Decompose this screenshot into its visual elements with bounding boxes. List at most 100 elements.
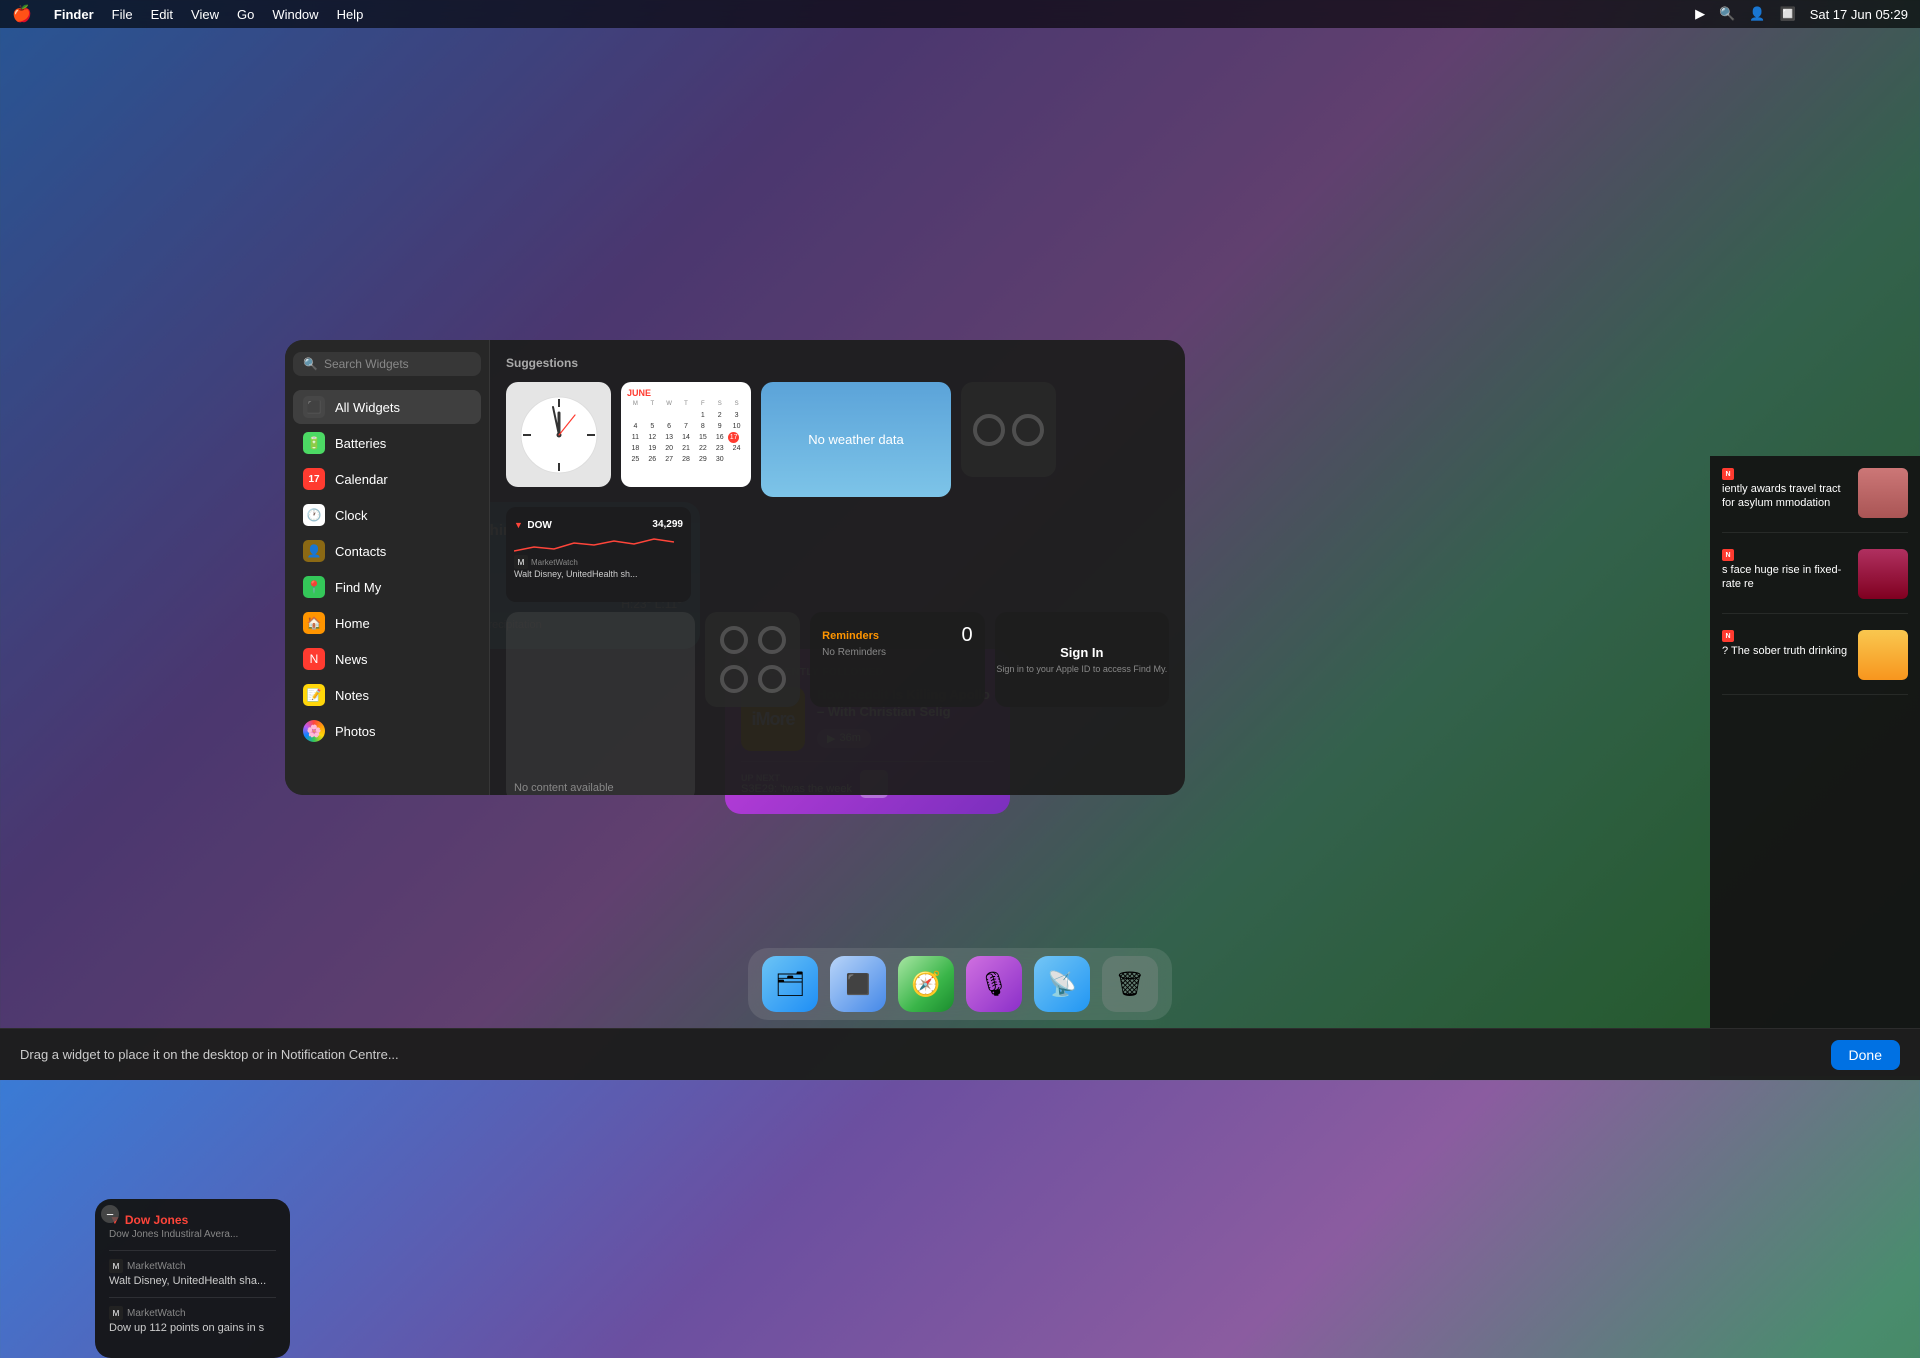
stocks-source: M MarketWatch bbox=[514, 555, 683, 569]
search-input[interactable] bbox=[324, 357, 471, 371]
news-thumb-3 bbox=[1858, 630, 1908, 680]
no-content-thumb[interactable]: No content available bbox=[506, 612, 695, 795]
news-item-2: N s face huge rise in fixed-rate re bbox=[1722, 549, 1908, 614]
sidebar-label-contacts: Contacts bbox=[335, 544, 386, 559]
sidebar-item-home[interactable]: 🏠 Home bbox=[293, 606, 481, 640]
sidebar-label-calendar: Calendar bbox=[335, 472, 388, 487]
findmy-icon: 📍 bbox=[303, 576, 325, 598]
stocks-desc: Walt Disney, UnitedHealth sh... bbox=[514, 569, 683, 579]
news-text-3: N ? The sober truth drinking bbox=[1722, 630, 1850, 680]
datetime-display: Sat 17 Jun 05:29 bbox=[1810, 7, 1908, 22]
control-center-icon[interactable]: 🔲 bbox=[1780, 6, 1796, 22]
no-reminders-label: No Reminders bbox=[822, 647, 972, 658]
no-content-label: No content available bbox=[514, 782, 614, 794]
news-text-1: N iently awards travel tract for asylum … bbox=[1722, 468, 1850, 518]
stock-headline-2: Dow up 112 points on gains in s bbox=[109, 1322, 276, 1334]
apple-menu[interactable]: 🍎 bbox=[12, 4, 32, 24]
reminders-header: Reminders 0 bbox=[822, 624, 972, 647]
help-menu[interactable]: Help bbox=[337, 7, 364, 22]
sidebar-item-contacts[interactable]: 👤 Contacts bbox=[293, 534, 481, 568]
news-headline-1: iently awards travel tract for asylum mm… bbox=[1722, 482, 1850, 511]
dock-trash[interactable]: 🗑 bbox=[1102, 956, 1158, 1012]
search-icon[interactable]: 🔍 bbox=[1719, 6, 1735, 22]
news-source-icon-3: N bbox=[1722, 630, 1734, 642]
battery-circle-2 bbox=[1012, 414, 1044, 446]
dock-finder[interactable]: 🗂 bbox=[762, 956, 818, 1012]
findmy-signin-content: Sign In Sign in to your Apple ID to acce… bbox=[995, 612, 1169, 707]
batteries-icon: 🔋 bbox=[303, 432, 325, 454]
calendar-icon: 17 bbox=[303, 468, 325, 490]
window-menu[interactable]: Window bbox=[272, 7, 318, 22]
no-weather-label: No weather data bbox=[808, 432, 903, 447]
done-button[interactable]: Done bbox=[1831, 1040, 1900, 1070]
dock-airdrop[interactable]: 📡 bbox=[1034, 956, 1090, 1012]
view-menu[interactable]: View bbox=[191, 7, 219, 22]
batteries-four-circles-thumb[interactable] bbox=[705, 612, 800, 707]
stock-headline-1: Walt Disney, UnitedHealth sha... bbox=[109, 1275, 276, 1287]
mini-calendar-month: JUNE bbox=[627, 388, 745, 398]
news-item-1: N iently awards travel tract for asylum … bbox=[1722, 468, 1908, 533]
dow-value: 34,299 bbox=[652, 519, 683, 530]
sidebar-item-findmy[interactable]: 📍 Find My bbox=[293, 570, 481, 604]
go-menu[interactable]: Go bbox=[237, 7, 254, 22]
battery-circle-3 bbox=[720, 626, 748, 654]
findmy-signin-thumb[interactable]: Sign In Sign in to your Apple ID to acce… bbox=[995, 612, 1169, 707]
battery-circle-6 bbox=[758, 665, 786, 693]
sidebar-label-home: Home bbox=[335, 616, 370, 631]
battery-circle-5 bbox=[720, 665, 748, 693]
batteries-small-thumb[interactable] bbox=[961, 382, 1056, 477]
dock-launchpad[interactable]: ⬛ bbox=[830, 956, 886, 1012]
suggestions-section-title: Suggestions bbox=[506, 356, 1169, 370]
sidebar-label-all-widgets: All Widgets bbox=[335, 400, 400, 415]
stock-item-mw2: M MarketWatch Dow up 112 points on gains… bbox=[109, 1306, 276, 1334]
sidebar-item-notes[interactable]: 📝 Notes bbox=[293, 678, 481, 712]
news-thumb-1 bbox=[1858, 468, 1908, 518]
edit-menu[interactable]: Edit bbox=[151, 7, 173, 22]
suggestions-row-2: No content available Reminders 0 bbox=[506, 612, 1169, 795]
stocks-remove-button[interactable]: − bbox=[101, 1205, 119, 1223]
stocks-widget: − ▼ Dow Jones Dow Jones Industiral Avera… bbox=[95, 1199, 290, 1358]
search-bar[interactable]: 🔍 bbox=[293, 352, 481, 376]
clock-widget-thumb[interactable] bbox=[506, 382, 611, 487]
reminders-thumb[interactable]: Reminders 0 No Reminders bbox=[810, 612, 984, 707]
mini-calendar-grid: MTWTFSS 123 45678910 11121314151617 1819… bbox=[627, 400, 745, 466]
file-menu[interactable]: File bbox=[112, 7, 133, 22]
marketwatch-icon-2: M bbox=[109, 1306, 123, 1320]
sidebar-item-photos[interactable]: 🌸 Photos bbox=[293, 714, 481, 748]
dock-safari[interactable]: 🧭 bbox=[898, 956, 954, 1012]
sidebar-item-batteries[interactable]: 🔋 Batteries bbox=[293, 426, 481, 460]
menubar: 🍎 Finder File Edit View Go Window Help ▶… bbox=[0, 0, 1920, 28]
news-source-icon-2: N bbox=[1722, 549, 1734, 561]
finder-menu[interactable]: Finder bbox=[54, 7, 94, 22]
sidebar-item-news[interactable]: N News bbox=[293, 642, 481, 676]
dock-podcasts[interactable]: 🎙 bbox=[966, 956, 1022, 1012]
play-icon[interactable]: ▶ bbox=[1695, 6, 1705, 22]
clock-icon: 🕐 bbox=[303, 504, 325, 526]
home-icon: 🏠 bbox=[303, 612, 325, 634]
menubar-right: ▶ 🔍 👤 🔲 Sat 17 Jun 05:29 bbox=[1695, 6, 1908, 22]
news-widget: N iently awards travel tract for asylum … bbox=[1710, 456, 1920, 1076]
notes-icon: 📝 bbox=[303, 684, 325, 706]
reminders-count: 0 bbox=[962, 624, 973, 647]
stock-item-mw1: M MarketWatch Walt Disney, UnitedHealth … bbox=[109, 1259, 276, 1287]
calendar-widget-thumb[interactable]: JUNE MTWTFSS 123 45678910 11121314151617… bbox=[621, 382, 751, 487]
clock-thumb-svg bbox=[519, 395, 599, 475]
suggestions-row-1: JUNE MTWTFSS 123 45678910 11121314151617… bbox=[506, 382, 1169, 602]
widget-panel: 🔍 ⬛ All Widgets 🔋 Batteries 17 Calendar … bbox=[285, 340, 1185, 795]
sidebar: 🔍 ⬛ All Widgets 🔋 Batteries 17 Calendar … bbox=[285, 340, 490, 795]
stocks-widget-thumb[interactable]: ▼ DOW 34,299 M MarketWatch Walt Disney, … bbox=[506, 507, 691, 602]
battery-circle-4 bbox=[758, 626, 786, 654]
user-icon[interactable]: 👤 bbox=[1749, 6, 1765, 22]
sidebar-item-calendar[interactable]: 17 Calendar bbox=[293, 462, 481, 496]
dow-jones-label: ▼ Dow Jones bbox=[109, 1213, 276, 1227]
sidebar-item-all-widgets[interactable]: ⬛ All Widgets bbox=[293, 390, 481, 424]
sidebar-label-batteries: Batteries bbox=[335, 436, 386, 451]
reminders-label: Reminders bbox=[822, 630, 879, 642]
mini-chart bbox=[514, 535, 683, 555]
sidebar-item-clock[interactable]: 🕐 Clock bbox=[293, 498, 481, 532]
all-widgets-icon: ⬛ bbox=[303, 396, 325, 418]
sidebar-label-news: News bbox=[335, 652, 368, 667]
weather-no-data-thumb[interactable]: No weather data bbox=[761, 382, 951, 497]
news-item-3: N ? The sober truth drinking bbox=[1722, 630, 1908, 695]
news-text-2: N s face huge rise in fixed-rate re bbox=[1722, 549, 1850, 599]
